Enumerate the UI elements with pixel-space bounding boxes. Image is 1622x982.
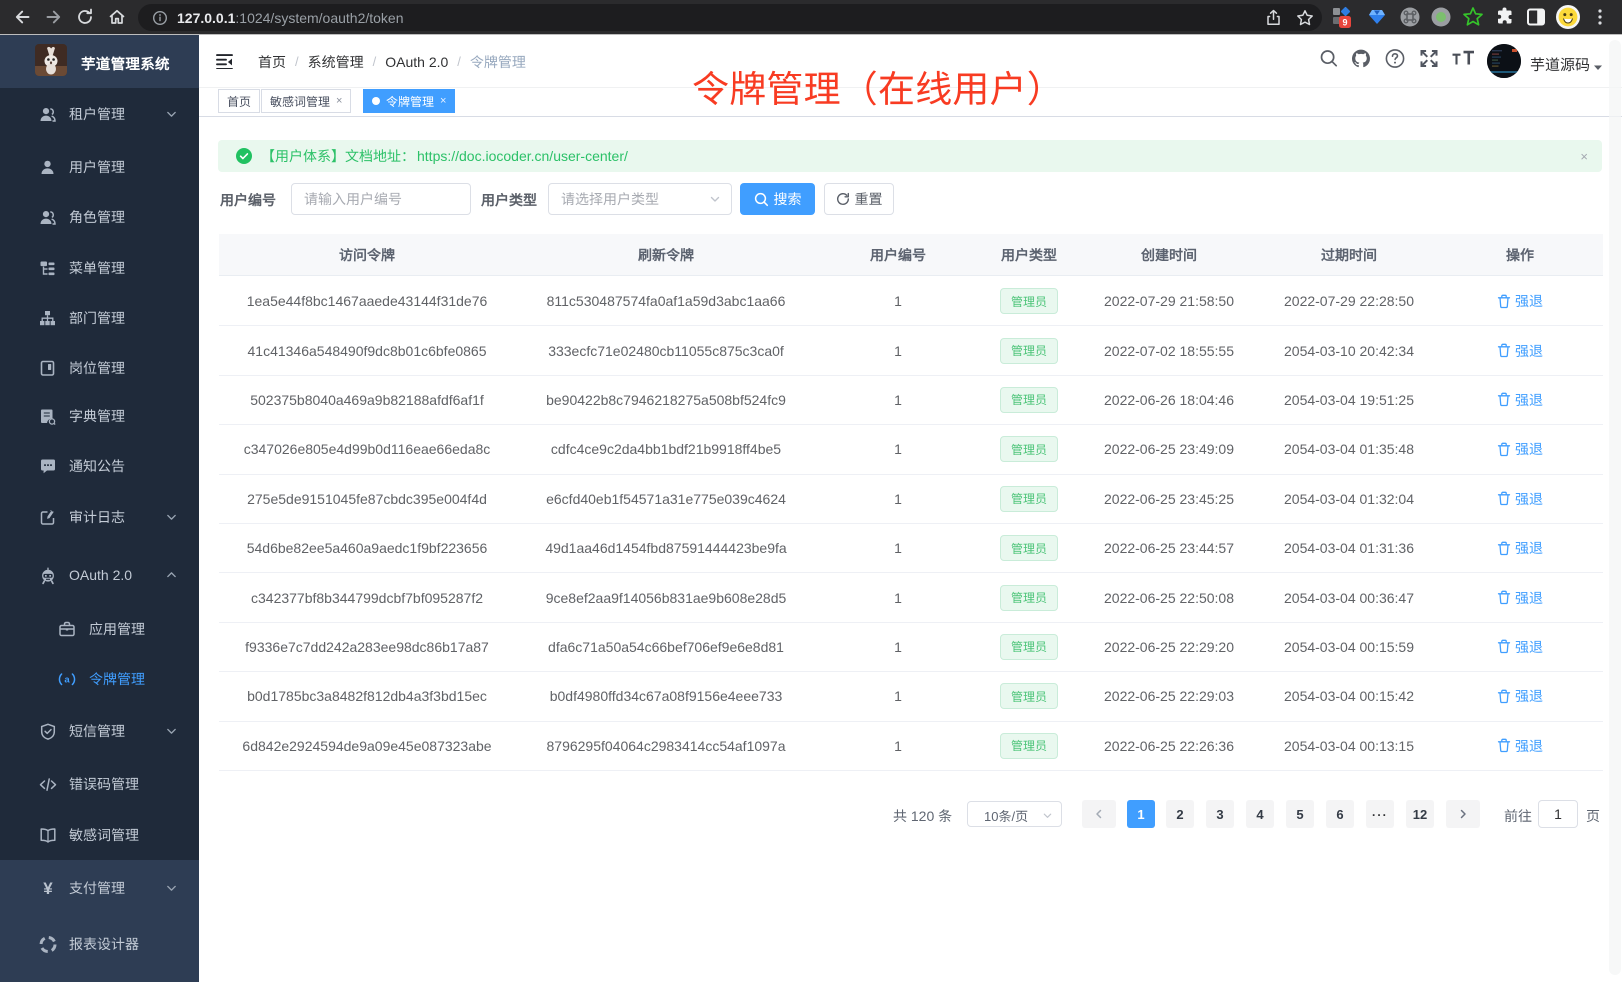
svg-text:¥: ¥ [43,880,53,898]
svg-text:9: 9 [1342,18,1347,28]
svg-text:a: a [64,675,70,686]
